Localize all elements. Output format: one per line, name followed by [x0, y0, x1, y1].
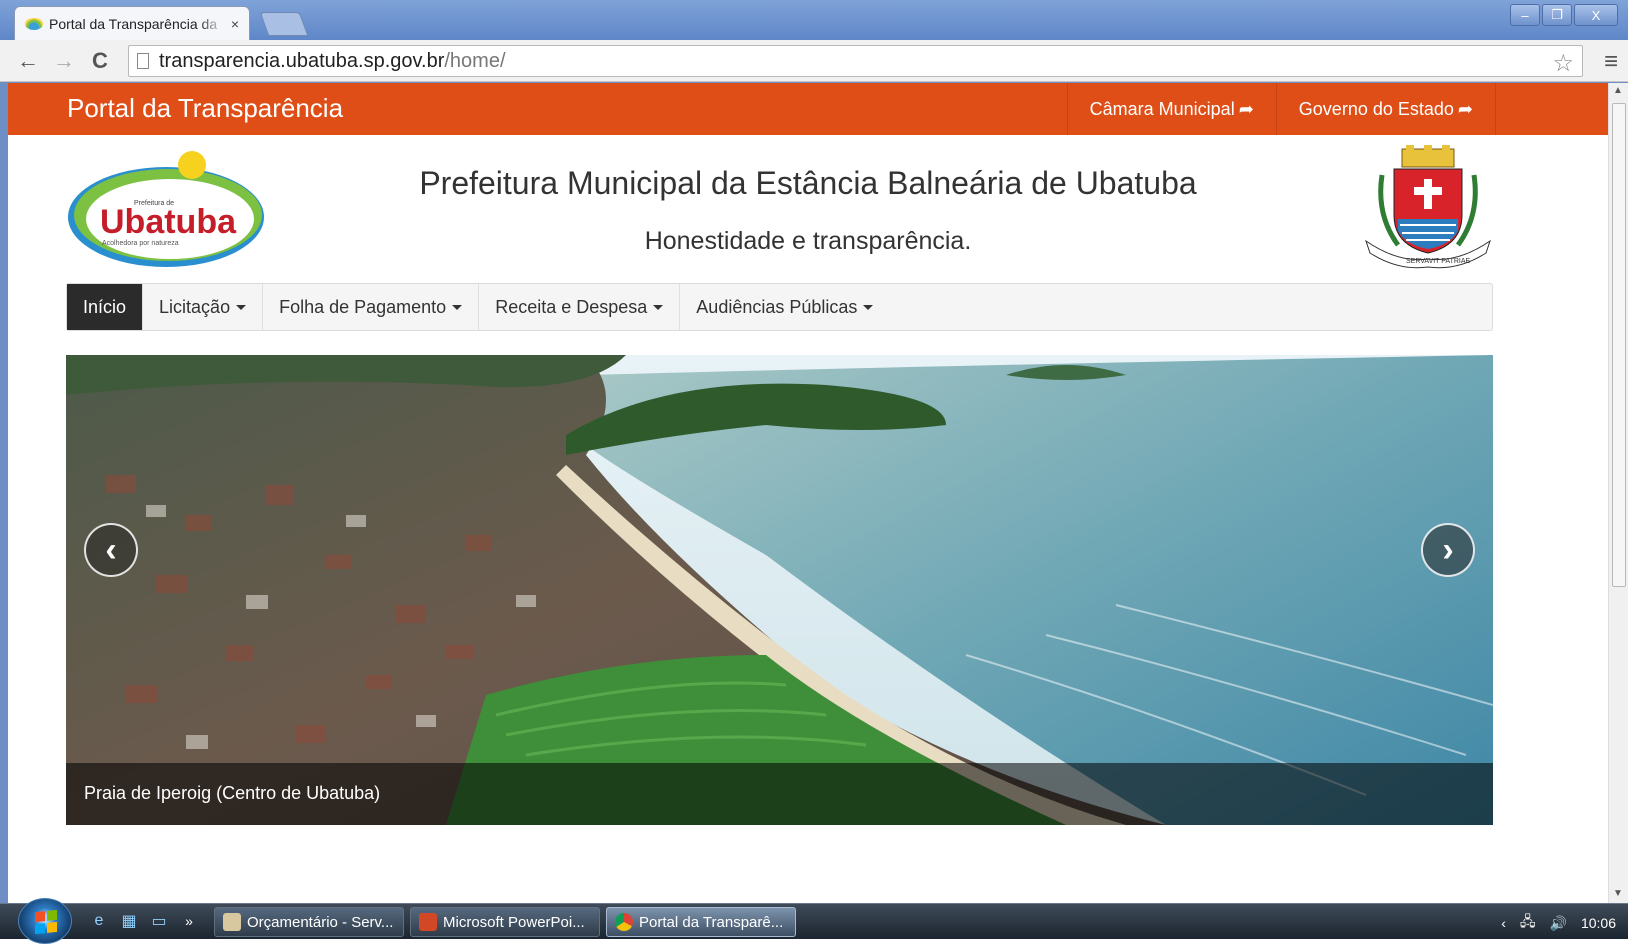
close-window-button[interactable]: X	[1574, 4, 1618, 26]
windows-taskbar: e ▦ ▭ » Orçamentário - Serv... Microsoft…	[0, 898, 1628, 944]
nav-receita-despesa[interactable]: Receita e Despesa	[479, 284, 681, 330]
city-crest-icon: SERVAVIT PATRIAE	[1365, 145, 1491, 269]
carousel-caption: Praia de Iperoig (Centro de Ubatuba)	[84, 783, 381, 803]
taskbar-items: Orçamentário - Serv... Microsoft PowerPo…	[214, 907, 796, 937]
site-header: Prefeitura de Ubatuba Acolhedora por nat…	[8, 135, 1608, 285]
internet-explorer-icon[interactable]: e	[88, 910, 110, 932]
browser-tab[interactable]: Portal da Transparência da ×	[14, 6, 250, 40]
nav-folha-pagamento-label: Folha de Pagamento	[279, 296, 447, 317]
chrome-icon	[615, 913, 633, 931]
browser-window: Portal da Transparência da × – ❐ X ← → C…	[0, 0, 1628, 944]
task-label: Portal da Transparê...	[639, 913, 784, 931]
browser-toolbar: ← → C transparencia.ubatuba.sp.gov.br /h…	[0, 40, 1628, 82]
caret-down-icon	[653, 304, 664, 310]
caption-bar: Praia de Iperoig (Centro de Ubatuba)	[66, 763, 1493, 825]
scroll-down-arrow-icon[interactable]: ▼	[1613, 888, 1623, 899]
document-icon	[223, 913, 241, 931]
minimize-button[interactable]: –	[1510, 4, 1540, 26]
scroll-thumb[interactable]	[1612, 103, 1626, 587]
explorer-icon[interactable]: ▦	[118, 910, 140, 932]
volume-icon[interactable]: 🔊	[1550, 915, 1567, 932]
nav-licitacao-label: Licitação	[159, 296, 231, 317]
crest-motto: SERVAVIT PATRIAE	[1406, 258, 1471, 265]
show-desktop-icon[interactable]: ▭	[148, 910, 170, 932]
url-host: transparencia.ubatuba.sp.gov.br	[159, 49, 445, 72]
carousel-next-button[interactable]: ›	[1421, 523, 1475, 577]
camara-municipal-label: Câmara Municipal	[1089, 98, 1235, 119]
window-controls: – ❐ X	[1510, 4, 1618, 26]
tab-title: Portal da Transparência da	[49, 15, 218, 32]
page-icon	[137, 53, 149, 69]
system-tray: ‹ 🖧 🔊 10:06	[1501, 911, 1616, 935]
forward-button[interactable]: →	[50, 48, 78, 74]
image-carousel: Praia de Iperoig (Centro de Ubatuba) ‹ ›	[66, 355, 1493, 825]
main-nav: Início Licitação Folha de Pagamento Rece…	[66, 283, 1493, 331]
share-icon: ➦	[1457, 98, 1473, 119]
governo-estado-link[interactable]: Governo do Estado ➦	[1275, 83, 1496, 135]
clock[interactable]: 10:06	[1581, 915, 1616, 931]
tray-expand-icon[interactable]: ‹	[1501, 915, 1506, 931]
new-tab-button[interactable]	[259, 12, 309, 36]
browser-menu-icon[interactable]: ≡	[1604, 48, 1618, 76]
page-viewport: Portal da Transparência Câmara Municipal…	[8, 83, 1608, 903]
caret-down-icon	[863, 304, 874, 310]
caret-down-icon	[236, 304, 247, 310]
task-label: Microsoft PowerPoi...	[443, 913, 585, 931]
nav-audiencias-publicas-label: Audiências Públicas	[696, 296, 858, 317]
carousel-prev-button[interactable]: ‹	[84, 523, 138, 577]
site-topbar: Portal da Transparência Câmara Municipal…	[8, 83, 1608, 135]
tab-close-icon[interactable]: ×	[231, 16, 239, 32]
vertical-scrollbar[interactable]: ▲ ▼	[1608, 83, 1628, 903]
quick-launch-more-icon[interactable]: »	[178, 910, 200, 932]
site-brand[interactable]: Portal da Transparência	[67, 93, 343, 124]
reload-button[interactable]: C	[86, 48, 114, 74]
task-portal-transparencia[interactable]: Portal da Transparê...	[606, 907, 796, 937]
task-label: Orçamentário - Serv...	[247, 913, 394, 931]
nav-receita-despesa-label: Receita e Despesa	[495, 296, 648, 317]
quick-launch: e ▦ ▭ »	[88, 910, 200, 932]
nav-licitacao[interactable]: Licitação	[143, 284, 264, 330]
slide-photo	[66, 355, 1493, 825]
start-button[interactable]	[18, 898, 72, 944]
url-path: /home/	[444, 49, 506, 72]
back-button[interactable]: ←	[14, 48, 42, 74]
task-powerpoint[interactable]: Microsoft PowerPoi...	[410, 907, 600, 937]
nav-inicio[interactable]: Início	[67, 284, 144, 330]
nav-inicio-label: Início	[83, 296, 127, 317]
powerpoint-icon	[419, 913, 437, 931]
scroll-up-arrow-icon[interactable]: ▲	[1613, 85, 1623, 96]
network-icon[interactable]: 🖧	[1520, 911, 1536, 935]
task-orcamentario[interactable]: Orçamentário - Serv...	[214, 907, 404, 937]
windows-flag-icon	[35, 909, 57, 935]
bookmark-star-icon[interactable]: ☆	[1552, 49, 1574, 78]
restore-button[interactable]: ❐	[1542, 4, 1572, 26]
address-bar[interactable]: transparencia.ubatuba.sp.gov.br /home/ ☆	[128, 45, 1583, 77]
top-links: Câmara Municipal ➦ Governo do Estado ➦	[1066, 83, 1496, 135]
caret-down-icon	[452, 304, 463, 310]
camara-municipal-link[interactable]: Câmara Municipal ➦	[1066, 83, 1276, 135]
share-icon: ➦	[1238, 98, 1254, 119]
title-bar: Portal da Transparência da × – ❐ X	[0, 0, 1628, 40]
governo-estado-label: Governo do Estado	[1298, 98, 1454, 119]
nav-folha-pagamento[interactable]: Folha de Pagamento	[263, 284, 480, 330]
nav-audiencias-publicas[interactable]: Audiências Públicas	[680, 284, 889, 330]
site-favicon-icon	[25, 17, 43, 30]
